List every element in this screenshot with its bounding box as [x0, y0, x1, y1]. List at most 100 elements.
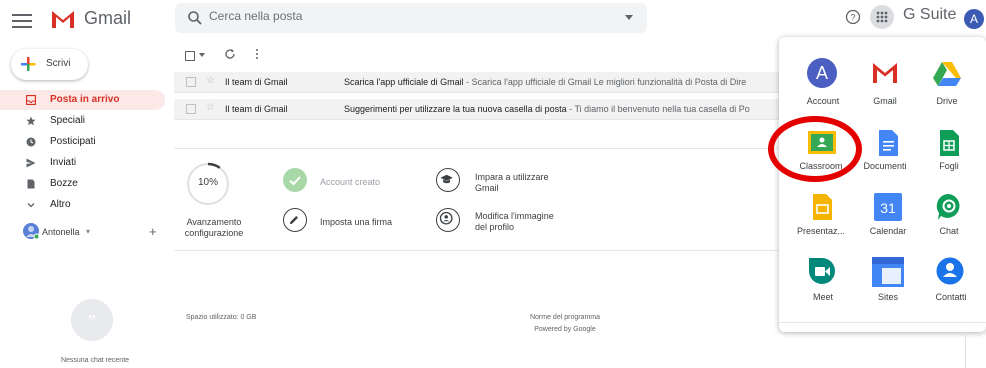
star-toggle-icon[interactable]: ☆ — [206, 102, 215, 113]
panel-divider — [779, 322, 986, 323]
app-label-drive[interactable]: Drive — [917, 96, 977, 106]
help-icon[interactable]: ? — [845, 9, 861, 25]
task-change-photo[interactable]: Modifica l'immagine del profilo — [475, 211, 554, 233]
sidebar-item-label: Speciali — [50, 115, 86, 126]
sidebar-item-label: Altro — [50, 199, 71, 210]
side-divider — [965, 332, 966, 368]
draft-icon — [27, 179, 35, 189]
google-apps-button[interactable] — [870, 5, 894, 29]
main-menu-button[interactable] — [12, 11, 32, 31]
task-line: Modifica l'immagine — [475, 211, 554, 221]
powered-by: Powered by Google — [534, 326, 596, 333]
app-name: Gmail — [84, 8, 132, 28]
app-label-chat[interactable]: Chat — [919, 226, 979, 236]
calendar-icon[interactable]: 31 — [874, 193, 902, 221]
compose-button[interactable]: Scrivi — [11, 49, 88, 80]
sidebar-item-sent[interactable]: Inviati — [0, 153, 165, 173]
caption-line: Avanzamento — [186, 217, 242, 227]
gmail-icon[interactable] — [871, 59, 899, 87]
email-sender: Il team di Gmail — [225, 104, 288, 114]
star-toggle-icon[interactable]: ☆ — [206, 75, 215, 86]
account-icon[interactable]: A — [807, 58, 837, 88]
email-snippet: - Ti diamo il benvenuto nella tua casell… — [566, 104, 750, 114]
app-label-contacts[interactable]: Contatti — [921, 292, 981, 302]
clock-icon — [26, 137, 36, 147]
user-status-caret[interactable]: ▾ — [86, 227, 90, 236]
task-set-signature[interactable]: Imposta una firma — [320, 217, 392, 228]
sidebar-item-label: Bozze — [50, 178, 78, 189]
app-label-calendar[interactable]: Calendar — [858, 226, 918, 236]
sidebar-item-label: Inviati — [50, 157, 77, 168]
school-icon[interactable] — [436, 168, 460, 192]
chevron-down-icon — [27, 203, 35, 208]
svg-text:?: ? — [850, 13, 855, 23]
sidebar-item-inbox[interactable]: Posta in arrivo — [0, 90, 165, 110]
user-avatar-icon — [23, 223, 39, 239]
add-contact-button[interactable]: + — [149, 224, 157, 239]
divider — [174, 250, 778, 251]
hangouts-icon: ” — [71, 299, 113, 341]
email-row[interactable]: ☆ Il team di Gmail Scarica l'app ufficia… — [174, 72, 786, 93]
gsuite-logo: G Suite — [903, 6, 957, 23]
app-label-slides[interactable]: Presentaz... — [791, 226, 851, 236]
hangouts-user[interactable]: Antonella ▾ + — [0, 222, 170, 242]
row-checkbox[interactable] — [186, 77, 196, 87]
app-label-account[interactable]: Account — [793, 96, 853, 106]
email-row[interactable]: ☆ Il team di Gmail Suggerimenti per util… — [174, 99, 786, 120]
setup-progress-value: 10% — [197, 177, 218, 188]
task-line: Gmail — [475, 183, 499, 193]
search-options-icon[interactable] — [625, 15, 633, 20]
google-apps-panel: A Account Gmail Drive Classroom Document… — [779, 37, 986, 332]
chat-icon[interactable] — [935, 193, 963, 221]
sidebar-item-drafts[interactable]: Bozze — [0, 174, 165, 194]
email-subject: Suggerimenti per utilizzare la tua nuova… — [344, 104, 567, 114]
account-avatar[interactable]: A — [964, 9, 984, 29]
plus-icon — [21, 57, 36, 71]
sidebar-item-snoozed[interactable]: Posticipati — [0, 132, 165, 152]
highlight-circle — [768, 116, 862, 182]
sidebar-item-more[interactable]: Altro — [0, 195, 165, 215]
task-line: Impara a utilizzare — [475, 172, 549, 182]
app-label-gmail[interactable]: Gmail — [855, 96, 915, 106]
send-icon — [26, 158, 36, 168]
slides-icon[interactable] — [808, 193, 836, 221]
apps-grid-icon — [876, 11, 888, 23]
user-name: Antonella — [42, 227, 80, 237]
row-checkbox[interactable] — [186, 104, 196, 114]
program-policies-link[interactable]: Norme del programma — [500, 314, 630, 321]
caption-line: configurazione — [184, 228, 244, 238]
calendar-day: 31 — [880, 200, 896, 216]
app-label-meet[interactable]: Meet — [793, 292, 853, 302]
select-dropdown-icon[interactable] — [199, 53, 205, 58]
task-line: del profilo — [475, 222, 515, 232]
search-icon[interactable] — [187, 10, 203, 26]
compose-label: Scrivi — [46, 58, 71, 69]
app-label-sheets[interactable]: Fogli — [919, 161, 979, 171]
select-all-checkbox[interactable] — [185, 51, 195, 61]
gmail-logo — [52, 11, 74, 28]
svg-text:”: ” — [88, 311, 96, 331]
divider — [174, 148, 778, 149]
inbox-icon — [26, 95, 36, 105]
email-sender: Il team di Gmail — [225, 77, 288, 87]
meet-icon[interactable] — [808, 257, 836, 285]
sites-icon[interactable] — [872, 257, 904, 287]
app-label-docs[interactable]: Documenti — [855, 161, 915, 171]
refresh-icon[interactable] — [224, 48, 236, 60]
sidebar-item-label: Posticipati — [50, 136, 96, 147]
sidebar-item-starred[interactable]: Speciali — [0, 111, 165, 131]
more-options-icon[interactable] — [254, 48, 260, 60]
drive-icon[interactable] — [933, 59, 961, 87]
check-icon — [283, 168, 307, 192]
app-label-sites[interactable]: Sites — [858, 292, 918, 302]
contacts-icon[interactable] — [936, 257, 964, 285]
no-recent-chats: Nessuna chat recente — [60, 357, 130, 364]
task-learn-gmail[interactable]: Impara a utilizzare Gmail — [475, 172, 549, 194]
pencil-icon[interactable] — [283, 208, 307, 232]
storage-used: Spazio utilizzato: 0 GB — [186, 314, 257, 321]
sheets-icon[interactable] — [935, 129, 963, 157]
docs-icon[interactable] — [874, 129, 902, 157]
profile-icon[interactable] — [436, 208, 460, 232]
search-input[interactable] — [207, 8, 591, 24]
search-bar[interactable] — [175, 3, 647, 33]
